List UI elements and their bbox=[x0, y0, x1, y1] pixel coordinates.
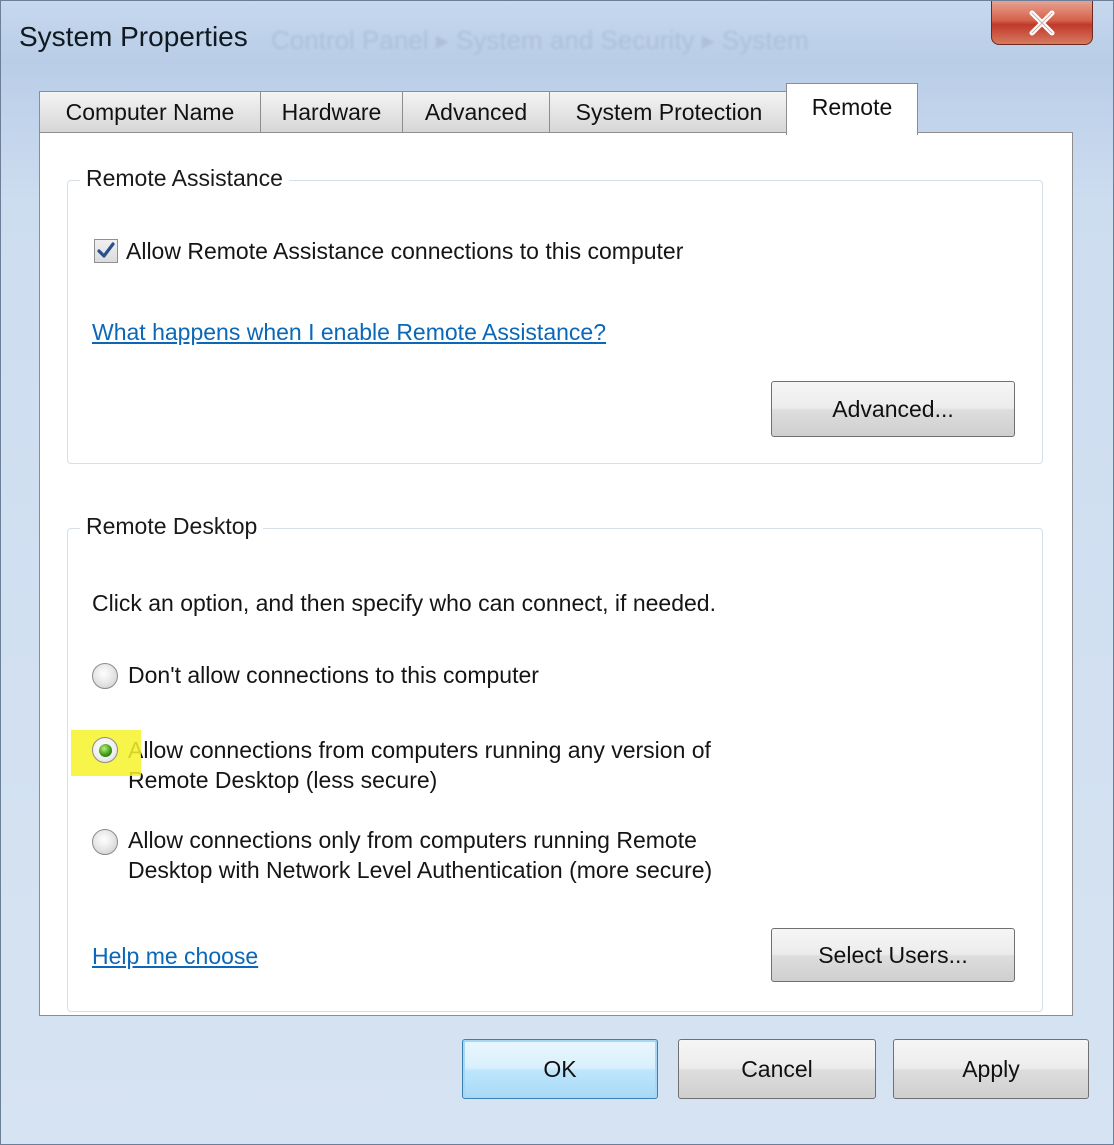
background-breadcrumb: Control Panel ▸ System and Security ▸ Sy… bbox=[271, 25, 809, 55]
checkmark-icon bbox=[97, 242, 115, 258]
allow-remote-assistance-checkbox[interactable] bbox=[94, 239, 118, 263]
tab-remote[interactable]: Remote bbox=[786, 83, 918, 135]
radio-any-version-label-line2[interactable]: Remote Desktop (less secure) bbox=[128, 765, 437, 795]
remote-assistance-help-link[interactable]: What happens when I enable Remote Assist… bbox=[92, 319, 606, 346]
cancel-button[interactable]: Cancel bbox=[678, 1039, 876, 1099]
help-me-choose-link[interactable]: Help me choose bbox=[92, 943, 258, 970]
apply-button[interactable]: Apply bbox=[893, 1039, 1089, 1099]
title-bar[interactable]: System Properties Control Panel ▸ System… bbox=[1, 1, 1113, 75]
advanced-button[interactable]: Advanced... bbox=[771, 381, 1015, 437]
tab-hardware[interactable]: Hardware bbox=[260, 91, 403, 133]
radio-nla-only-label-line1[interactable]: Allow connections only from computers ru… bbox=[128, 825, 697, 855]
remote-desktop-title: Remote Desktop bbox=[80, 513, 264, 540]
select-users-button[interactable]: Select Users... bbox=[771, 928, 1015, 982]
system-properties-window: System Properties Control Panel ▸ System… bbox=[0, 0, 1114, 1145]
radio-dont-allow[interactable] bbox=[92, 663, 118, 689]
ok-button[interactable]: OK bbox=[462, 1039, 658, 1099]
tab-advanced[interactable]: Advanced bbox=[402, 91, 550, 133]
tab-computer-name[interactable]: Computer Name bbox=[39, 91, 261, 133]
remote-desktop-instruction: Click an option, and then specify who ca… bbox=[92, 590, 716, 616]
allow-remote-assistance-label[interactable]: Allow Remote Assistance connections to t… bbox=[126, 236, 683, 266]
close-button[interactable] bbox=[991, 1, 1093, 45]
remote-tab-panel: Remote Assistance Allow Remote Assistanc… bbox=[39, 132, 1073, 1016]
radio-any-version-label-line1[interactable]: Allow connections from computers running… bbox=[128, 735, 711, 765]
close-icon bbox=[1029, 10, 1055, 35]
remote-assistance-title: Remote Assistance bbox=[80, 165, 289, 192]
radio-nla-only-label-line2[interactable]: Desktop with Network Level Authenticatio… bbox=[128, 855, 712, 885]
radio-selected-dot bbox=[99, 744, 112, 757]
radio-any-version[interactable] bbox=[92, 737, 118, 763]
radio-nla-only[interactable] bbox=[92, 829, 118, 855]
tab-system-protection[interactable]: System Protection bbox=[549, 91, 789, 133]
window-title: System Properties bbox=[19, 21, 248, 52]
radio-dont-allow-label[interactable]: Don't allow connections to this computer bbox=[128, 660, 539, 690]
